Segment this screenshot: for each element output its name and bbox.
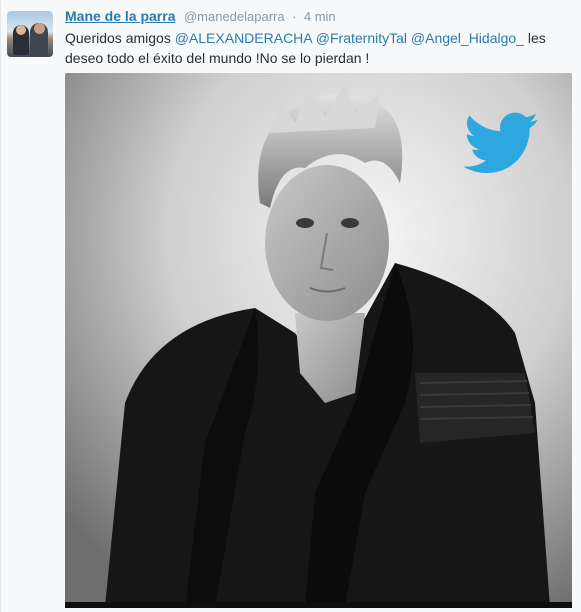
tweet-header: Mane de la parra @manedelaparra · 4 min xyxy=(65,8,336,26)
mention-link-fraternitytal[interactable]: @FraternityTal xyxy=(316,30,407,46)
avatar-face-right xyxy=(34,23,45,34)
avatar[interactable] xyxy=(7,11,53,57)
tweet-text: Queridos amigos @ALEXANDERACHA @Fraterni… xyxy=(65,28,575,68)
tweet-photo[interactable] xyxy=(65,73,572,607)
timestamp-link[interactable]: 4 min xyxy=(304,9,336,24)
avatar-face-left xyxy=(16,25,26,35)
mention-link-alexanderacha[interactable]: @ALEXANDERACHA xyxy=(175,30,312,46)
tweet-text-part: Queridos amigos xyxy=(65,30,175,46)
mention-link-angel-hidalgo[interactable]: @Angel_Hidalgo_ xyxy=(411,30,524,46)
photo-bottom-edge xyxy=(65,602,572,608)
separator-dot: · xyxy=(292,9,297,24)
display-name-link[interactable]: Mane de la parra xyxy=(65,8,176,24)
photo-illustration xyxy=(65,73,572,607)
tweet-card[interactable]: Mane de la parra @manedelaparra · 4 min … xyxy=(0,0,581,612)
user-handle[interactable]: @manedelaparra xyxy=(184,9,285,24)
